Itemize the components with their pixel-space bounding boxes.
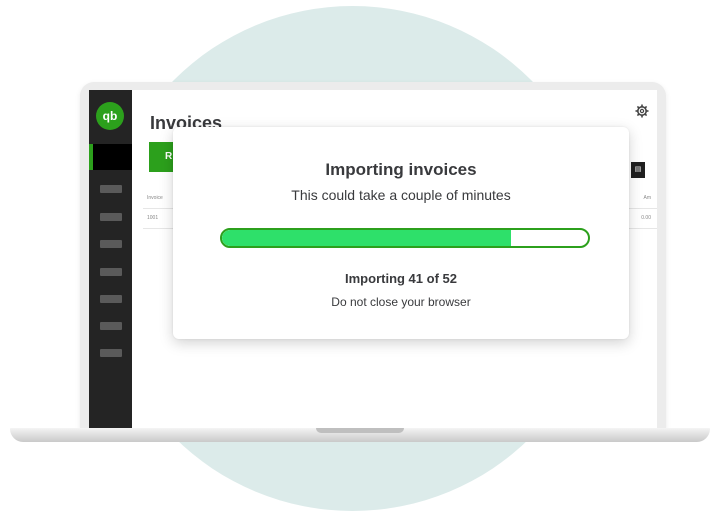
sidebar-item[interactable] bbox=[100, 240, 122, 248]
export-button[interactable]: ▤ bbox=[631, 162, 645, 178]
table-cell-invoice: 1001 bbox=[147, 215, 159, 221]
table-header-amount: Am bbox=[643, 195, 652, 201]
sidebar-item[interactable] bbox=[100, 185, 122, 193]
laptop-notch bbox=[316, 428, 404, 433]
sidebar-item-active[interactable] bbox=[89, 144, 132, 170]
sidebar-item[interactable] bbox=[100, 295, 122, 303]
sidebar: qb bbox=[89, 90, 132, 432]
table-cell-amount: 0.00 bbox=[641, 215, 651, 221]
table-header-invoice: Invoice bbox=[147, 195, 163, 201]
import-status-text: Importing 41 of 52 bbox=[345, 271, 457, 286]
modal-title: Importing invoices bbox=[325, 160, 477, 179]
gear-icon[interactable] bbox=[635, 104, 649, 118]
do-not-close-warning: Do not close your browser bbox=[331, 295, 471, 309]
sidebar-item[interactable] bbox=[100, 349, 122, 357]
qb-logo-icon[interactable]: qb bbox=[96, 102, 124, 130]
progress-bar bbox=[220, 228, 590, 248]
modal-subtitle: This could take a couple of minutes bbox=[291, 187, 511, 203]
sidebar-item[interactable] bbox=[100, 268, 122, 276]
import-progress-modal: Importing invoices This could take a cou… bbox=[173, 127, 629, 339]
sidebar-item[interactable] bbox=[100, 213, 122, 221]
progress-bar-fill bbox=[222, 230, 511, 246]
sidebar-item[interactable] bbox=[100, 322, 122, 330]
